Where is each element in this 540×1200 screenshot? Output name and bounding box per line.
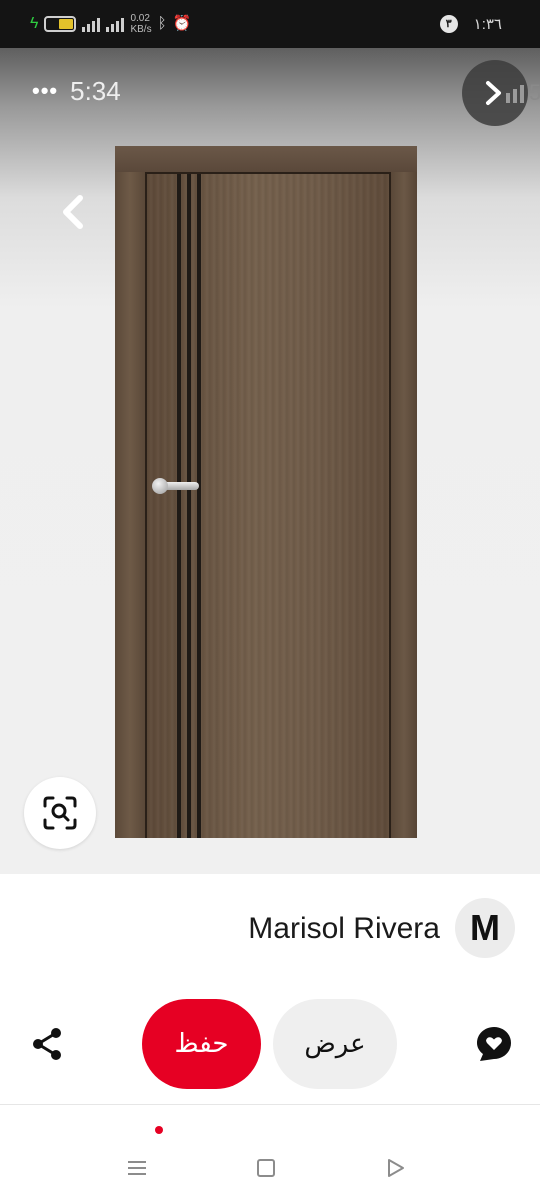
status-left: ϟ 0.02 KB/s ᛒ ⏰ (30, 12, 192, 35)
network-speed: 0.02 KB/s (130, 12, 152, 35)
view-button[interactable]: عرض (273, 999, 397, 1089)
chevron-right-icon (486, 81, 501, 105)
network-speed-unit: KB/s (130, 23, 152, 35)
pin-image-area[interactable]: ••• 5:34 5 (0, 48, 540, 874)
door-handle-rose (152, 478, 168, 494)
comment-heart-icon[interactable] (474, 1024, 514, 1064)
signal-icon-2 (106, 16, 125, 32)
door-groove (187, 174, 191, 838)
author-row[interactable]: Marisol Rivera M (0, 898, 540, 960)
alarm-icon: ⏰ (172, 15, 192, 32)
chevron-left-icon[interactable] (54, 188, 90, 236)
story-header: ••• 5:34 (32, 76, 121, 106)
door-frame-top (115, 146, 417, 172)
home-icon[interactable] (257, 1159, 275, 1177)
visual-search-button[interactable] (24, 777, 96, 849)
bluetooth-icon: ᛒ (157, 15, 167, 32)
door-groove (197, 174, 201, 838)
door-image (115, 146, 417, 838)
save-button[interactable]: حفظ (142, 999, 261, 1089)
next-edge-text: 5 (529, 80, 540, 105)
more-options-icon[interactable]: ••• (32, 76, 58, 106)
active-tab-indicator (155, 1126, 163, 1134)
recents-icon[interactable] (127, 1158, 147, 1178)
door-leaf (145, 172, 391, 838)
divider (0, 1104, 540, 1105)
status-right: ٣ ١:٣٦ (439, 14, 502, 34)
share-icon[interactable] (28, 1024, 68, 1064)
door-frame-right (391, 146, 417, 838)
screen: ϟ 0.02 KB/s ᛒ ⏰ ٣ ١:٣٦ ••• 5:34 5 Mariso… (0, 0, 540, 1200)
status-bar: ϟ 0.02 KB/s ᛒ ⏰ ٣ ١:٣٦ (0, 0, 540, 48)
back-icon[interactable] (386, 1158, 406, 1178)
next-button[interactable] (462, 60, 528, 126)
author-name[interactable]: Marisol Rivera (248, 910, 440, 948)
progress-bars-icon (506, 85, 524, 103)
charging-icon: ϟ (30, 15, 39, 32)
battery-icon (44, 16, 77, 32)
action-row: حفظ عرض (0, 998, 540, 1090)
story-time: 5:34 (70, 76, 121, 106)
door-groove (177, 174, 181, 838)
network-speed-value: 0.02 (130, 12, 150, 24)
notification-badge: ٣ (439, 15, 458, 33)
avatar[interactable]: M (455, 898, 515, 958)
status-clock: ١:٣٦ (473, 16, 502, 33)
signal-icon (82, 16, 101, 32)
visual-search-icon (43, 796, 77, 830)
system-nav-bar (0, 1140, 540, 1200)
door-frame-left (115, 146, 145, 838)
